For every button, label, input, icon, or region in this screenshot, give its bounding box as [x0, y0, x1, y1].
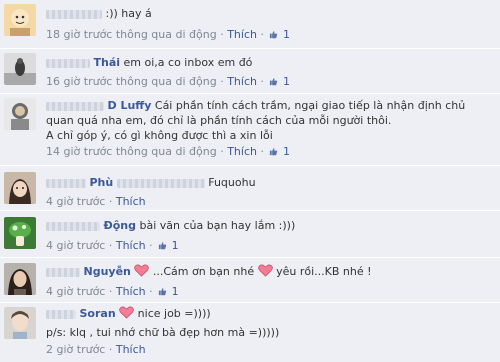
commenter-name[interactable]: Soran: [80, 307, 116, 320]
comment-timestamp[interactable]: 14 giờ trước thông qua di động: [46, 145, 217, 158]
blurred-name: [46, 221, 100, 231]
comment-text: bài văn của bạn hay lắm :))): [139, 219, 296, 232]
avatar[interactable]: [4, 217, 36, 249]
commenter-name[interactable]: Nguyễn: [84, 265, 131, 278]
comment-text-line2: p/s: klq , tui nhớ chữ bà đẹp hơn mà =))…: [46, 326, 280, 339]
blurred-name: [46, 9, 102, 19]
comment-list: :)) hay á 18 giờ trước thông qua di động…: [0, 0, 500, 362]
avatar[interactable]: [4, 263, 36, 295]
avatar[interactable]: [4, 98, 36, 130]
like-count[interactable]: 1: [172, 285, 179, 298]
like-count[interactable]: 1: [283, 145, 290, 158]
commenter-name[interactable]: Thái: [94, 56, 121, 69]
blurred-name: [46, 101, 104, 111]
like-link[interactable]: Thích: [116, 239, 146, 252]
comment-text: Fuquohu: [208, 176, 256, 189]
comment-timestamp[interactable]: 18 giờ trước thông qua di động: [46, 28, 217, 41]
comment-text-continued: yêu rồi...KB nhé !: [276, 265, 372, 278]
comment-item: Động bài văn của bạn hay lắm :))) 4 giờ …: [0, 212, 500, 258]
heart-emoticon-icon: [119, 306, 134, 319]
avatar[interactable]: [4, 53, 36, 85]
comment-text-line2: A chỉ góp ý, có gì không được thì a xin …: [46, 129, 273, 142]
thumbs-up-icon: [270, 78, 278, 86]
commenter-name[interactable]: Động: [104, 219, 136, 232]
comment-text: nice job =)))): [137, 307, 211, 320]
comment-text: :)) hay á: [105, 7, 152, 20]
heart-emoticon-icon: [257, 264, 273, 277]
blurred-text: [116, 178, 205, 188]
comment-text: ...Cám ơn bạn nhé: [152, 265, 255, 278]
like-count[interactable]: 1: [172, 239, 179, 252]
comment-timestamp[interactable]: 4 giờ trước: [46, 239, 105, 252]
like-link[interactable]: Thích: [227, 145, 257, 158]
thumbs-up-icon: [270, 148, 278, 156]
comment-timestamp[interactable]: 4 giờ trước: [46, 285, 105, 298]
blurred-name: [46, 309, 76, 319]
like-link[interactable]: Thích: [116, 343, 146, 356]
thumbs-up-icon: [159, 242, 167, 250]
thumbs-up-icon: [270, 31, 278, 39]
like-link[interactable]: Thích: [116, 285, 146, 298]
thumbs-up-icon: [159, 288, 167, 296]
comment-item: :)) hay á 18 giờ trước thông qua di động…: [0, 0, 500, 49]
avatar[interactable]: [4, 307, 36, 339]
like-link[interactable]: Thích: [116, 195, 146, 208]
comment-timestamp[interactable]: 4 giờ trước: [46, 195, 105, 208]
commenter-name[interactable]: D Luffy: [108, 99, 152, 112]
like-link[interactable]: Thích: [227, 28, 257, 41]
comment-item: Phù Fuquohu 4 giờ trước · Thích: [0, 167, 500, 211]
comment-item: Nguyễn ...Cám ơn bạn nhé yêu rồi...KB nh…: [0, 259, 500, 303]
heart-emoticon-icon: [134, 264, 150, 277]
like-link[interactable]: Thích: [227, 75, 257, 88]
blurred-name: [46, 178, 86, 188]
blurred-name: [46, 58, 90, 68]
commenter-name[interactable]: Phù: [90, 176, 114, 189]
comment-item: Soran nice job =)))) p/s: klq , tui nhớ …: [0, 304, 500, 362]
avatar[interactable]: [4, 172, 36, 204]
blurred-name: [46, 267, 80, 277]
comment-timestamp[interactable]: 2 giờ trước: [46, 343, 105, 356]
comment-item: D Luffy Cái phần tính cách trầm, ngại gi…: [0, 95, 500, 166]
comment-item: Thái em oi,a co inbox em đó 16 giờ trước…: [0, 50, 500, 94]
comment-timestamp[interactable]: 16 giờ trước thông qua di động: [46, 75, 217, 88]
like-count[interactable]: 1: [283, 75, 290, 88]
like-count[interactable]: 1: [283, 28, 290, 41]
avatar[interactable]: [4, 4, 36, 36]
comment-text: em oi,a co inbox em đó: [123, 56, 253, 69]
